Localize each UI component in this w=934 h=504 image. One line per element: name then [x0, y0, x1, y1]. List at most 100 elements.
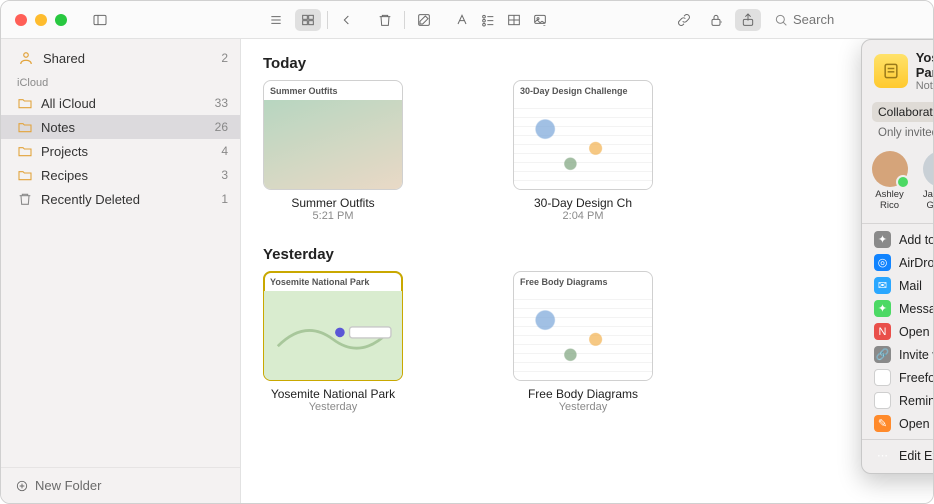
share-mode-field[interactable]: Collaborate Only invited people can edit…: [872, 102, 933, 145]
note-card-time: Yesterday: [309, 401, 358, 413]
popover-header-text: Yosemite National Park Notes: [916, 50, 933, 92]
titlebar: [1, 1, 933, 39]
sidebar-item-shared[interactable]: Shared 2: [1, 45, 240, 71]
new-folder-button[interactable]: New Folder: [1, 467, 240, 503]
note-card[interactable]: Yosemite National Park Yosemite National…: [263, 271, 403, 413]
note-card-time: Yesterday: [559, 401, 608, 413]
search-field[interactable]: [767, 12, 933, 28]
checklist-button[interactable]: [475, 9, 501, 31]
note-card[interactable]: Free Body Diagrams Free Body Diagrams Ye…: [513, 271, 653, 413]
sidebar-item-notes[interactable]: Notes 26: [1, 115, 240, 139]
mail-icon: ✉: [874, 277, 891, 294]
sidebar-section-icloud: iCloud: [1, 71, 240, 91]
share-person[interactable]: Ashley Rico: [870, 151, 909, 211]
share-action[interactable]: ☰Reminders: [862, 389, 933, 412]
search-icon: [773, 12, 789, 28]
minimize-window-button[interactable]: [35, 14, 47, 26]
share-button[interactable]: [735, 9, 761, 31]
reading-list-icon: ✦: [874, 231, 891, 248]
folder-icon: [17, 167, 33, 183]
popover-separator: [862, 223, 933, 224]
new-folder-label: New Folder: [35, 478, 101, 493]
app-window: Shared 2 iCloud All iCloud 33 Notes 26 P…: [0, 0, 934, 504]
person-name: Jasmine Garcia: [923, 189, 933, 211]
share-action[interactable]: ✎Open in Pages: [862, 412, 933, 435]
share-action-label: Add to Reading List: [899, 233, 933, 247]
view-mode-group: [263, 9, 321, 31]
share-action[interactable]: ∿Freeform: [862, 366, 933, 389]
avatar: [872, 151, 908, 187]
share-action[interactable]: NOpen in News: [862, 320, 933, 343]
note-thumbnail: Free Body Diagrams: [513, 271, 653, 381]
delete-note-button[interactable]: [372, 9, 398, 31]
thumb-title: Summer Outfits: [264, 81, 402, 96]
thumb-title: Yosemite National Park: [264, 272, 402, 287]
sidebar-item-count: 3: [221, 168, 228, 182]
note-card[interactable]: Summer Outfits Summer Outfits 5:21 PM: [263, 80, 403, 222]
sidebar-item-all-icloud[interactable]: All iCloud 33: [1, 91, 240, 115]
thumb-image: [514, 291, 652, 380]
section-title-yesterday: Yesterday: [241, 230, 933, 271]
lock-button[interactable]: [703, 9, 729, 31]
thumb-image: [264, 100, 402, 189]
notes-app-icon: [874, 54, 908, 88]
airdrop-icon: ◎: [874, 254, 891, 271]
gallery-content: Today Summer Outfits Summer Outfits 5:21…: [241, 39, 933, 503]
edit-extensions[interactable]: ⋯ Edit Extensions…: [862, 444, 933, 467]
media-button[interactable]: [527, 9, 553, 31]
folder-icon: [17, 95, 33, 111]
share-permission-label: Only invited people can edit.: [878, 127, 933, 139]
close-window-button[interactable]: [15, 14, 27, 26]
share-action-label: Mail: [899, 279, 922, 293]
presence-badge: [896, 175, 910, 189]
share-permission-row[interactable]: Only invited people can edit.: [872, 122, 933, 145]
share-people-row: Ashley Rico Jasmine Garcia Will Rico Ric…: [862, 145, 933, 219]
gallery-row-yesterday: Yosemite National Park Yosemite National…: [241, 271, 933, 421]
avatar: [923, 151, 934, 187]
sidebar-item-projects[interactable]: Projects 4: [1, 139, 240, 163]
sidebar-item-recently-deleted[interactable]: Recently Deleted 1: [1, 187, 240, 211]
back-button[interactable]: [334, 9, 360, 31]
reminders-icon: ☰: [874, 392, 891, 409]
sidebar-item-count: 2: [221, 51, 228, 65]
sidebar-item-label: All iCloud: [41, 96, 96, 111]
table-button[interactable]: [501, 9, 527, 31]
toggle-sidebar-button[interactable]: [87, 9, 113, 31]
share-action[interactable]: ✦ Add to Reading List: [862, 228, 933, 251]
list-view-button[interactable]: [263, 9, 289, 31]
edit-extensions-label: Edit Extensions…: [899, 449, 933, 463]
gallery-view-button[interactable]: [295, 9, 321, 31]
window-controls: [1, 14, 87, 26]
popover-header: Yosemite National Park Notes: [862, 48, 933, 98]
search-input[interactable]: [793, 12, 933, 27]
note-card[interactable]: 30-Day Design Challenge 30-Day Design Ch…: [513, 80, 653, 222]
folder-icon: [17, 119, 33, 135]
share-person[interactable]: Jasmine Garcia: [921, 151, 933, 211]
compose-note-button[interactable]: [411, 9, 437, 31]
share-action-label: Open in News: [899, 325, 933, 339]
popover-separator: [862, 439, 933, 440]
share-action[interactable]: ◎AirDrop: [862, 251, 933, 274]
text-style-button[interactable]: [449, 9, 475, 31]
share-action[interactable]: 🔗Invite with Link: [862, 343, 933, 366]
link-button[interactable]: [671, 9, 697, 31]
share-action[interactable]: ✦Messages: [862, 297, 933, 320]
note-card-time: 5:21 PM: [313, 210, 354, 222]
link-icon: 🔗: [874, 346, 891, 363]
sidebar-item-count: 33: [215, 96, 228, 110]
sidebar-item-label: Notes: [41, 120, 75, 135]
share-action[interactable]: ✉ Mail: [862, 274, 933, 297]
popover-title: Yosemite National Park: [916, 50, 933, 80]
sidebar-item-recipes[interactable]: Recipes 3: [1, 163, 240, 187]
note-card-label: Free Body Diagrams: [528, 387, 638, 401]
gallery-row-today: Summer Outfits Summer Outfits 5:21 PM 30…: [241, 80, 933, 230]
extensions-icon: ⋯: [874, 447, 891, 464]
zoom-window-button[interactable]: [55, 14, 67, 26]
share-popover: Yosemite National Park Notes Collaborate…: [861, 39, 933, 474]
note-thumbnail: 30-Day Design Challenge: [513, 80, 653, 190]
sidebar-item-count: 1: [221, 192, 228, 206]
note-card-label: Summer Outfits: [291, 196, 374, 210]
thumb-image: [514, 100, 652, 189]
section-title-today: Today: [241, 39, 933, 80]
sidebar-item-count: 26: [215, 120, 228, 134]
